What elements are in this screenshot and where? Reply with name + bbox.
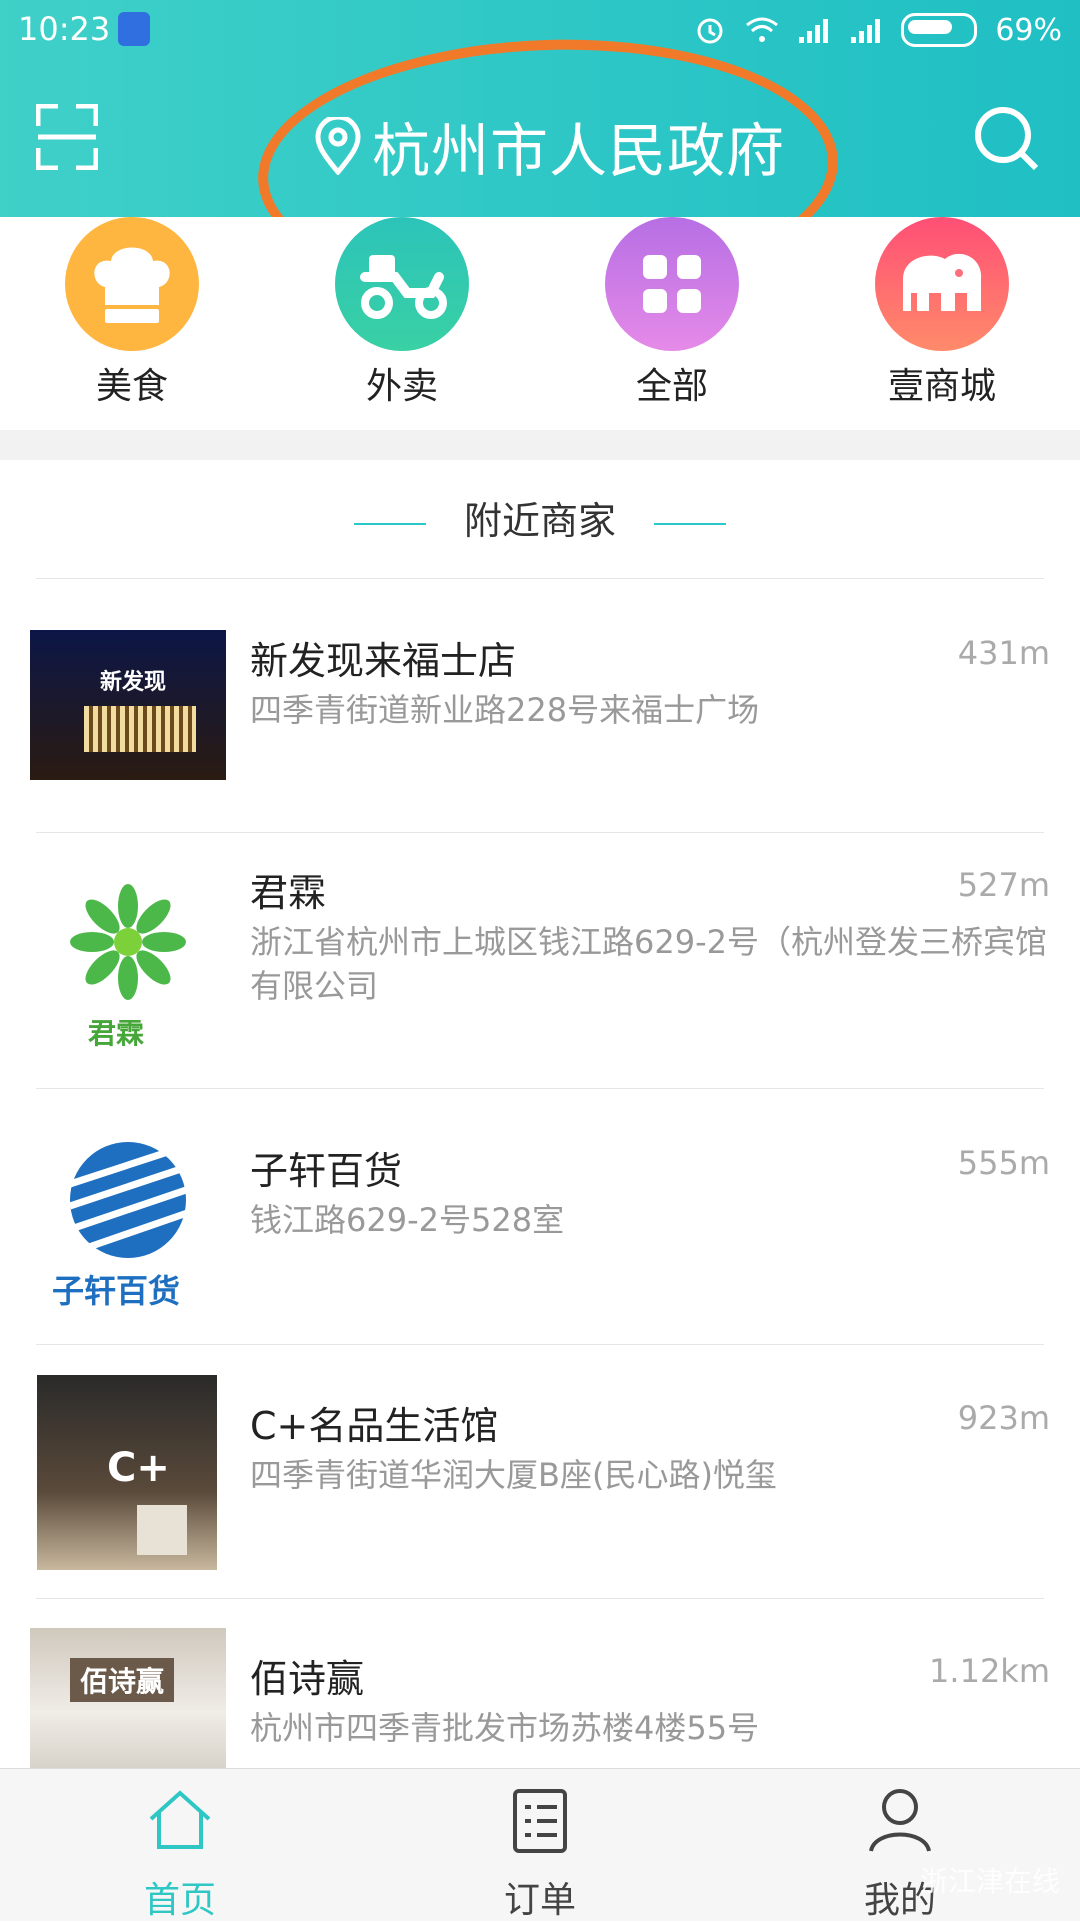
thumb-text: 君霖	[88, 1017, 145, 1050]
thumb-text: C+	[107, 1445, 170, 1491]
store-thumbnail: C+	[37, 1375, 217, 1570]
scan-icon[interactable]	[36, 104, 98, 170]
thumb-text: 新发现	[100, 670, 167, 695]
divider-line	[654, 522, 727, 525]
user-icon	[869, 1789, 931, 1852]
search-icon[interactable]	[972, 104, 1042, 174]
wifi-icon	[746, 17, 779, 42]
divider	[36, 832, 1044, 833]
watermark: 浙江津在线	[919, 1865, 1060, 1898]
alarm-icon	[697, 18, 723, 44]
battery-level: 69%	[995, 12, 1062, 48]
divider	[36, 1344, 1044, 1345]
battery-icon	[901, 13, 978, 47]
category-row: 美食 外卖 全部 壹商城	[0, 217, 1080, 430]
divider	[36, 578, 1044, 579]
status-indicators: 69%	[693, 10, 1062, 50]
category-label: 外卖	[365, 366, 438, 407]
category-label: 美食	[95, 366, 168, 407]
divider	[36, 1598, 1044, 1599]
store-name: 子轩百货	[250, 1149, 403, 1193]
status-time: 10:23	[18, 10, 111, 48]
shield-icon	[118, 12, 150, 46]
signal-icon-2	[851, 19, 881, 43]
category-label: 壹商城	[887, 366, 996, 407]
store-name: 佰诗赢	[250, 1657, 365, 1701]
grid-icon	[605, 217, 739, 351]
category-mall[interactable]: 壹商城	[842, 217, 1042, 409]
category-food[interactable]: 美食	[32, 217, 232, 409]
list-item[interactable]: 子轩百货 子轩百货 钱江路629-2号528室 555m	[0, 1140, 1080, 1340]
delivery-scooter-icon	[335, 217, 469, 351]
store-address: 钱江路629-2号528室	[250, 1201, 565, 1239]
store-thumbnail: 佰诗赢	[30, 1628, 226, 1768]
store-distance: 431m	[957, 634, 1050, 672]
section-gap	[0, 430, 1080, 460]
store-distance: 923m	[957, 1399, 1050, 1437]
list-item[interactable]: 新发现 新发现来福士店 四季青街道新业路228号来福士广场 431m	[0, 630, 1080, 830]
list-icon	[513, 1789, 567, 1853]
store-name: 君霖	[250, 871, 327, 915]
tab-orders[interactable]: 订单	[460, 1785, 620, 1923]
section-title: 附近商家	[463, 499, 616, 543]
tab-profile[interactable]: 我的	[820, 1785, 980, 1923]
home-icon	[149, 1790, 211, 1849]
store-address: 杭州市四季青批发市场苏楼4楼55号	[250, 1709, 760, 1747]
list-item[interactable]: 君霖 君霖 浙江省杭州市上城区钱江路629-2号（杭州登发三桥宾馆有限公司 52…	[0, 862, 1080, 1082]
store-address: 四季青街道华润大厦B座(民心路)悦玺	[250, 1456, 777, 1494]
signal-icon	[799, 19, 829, 43]
store-distance: 555m	[957, 1144, 1050, 1182]
store-thumbnail: 子轩百货	[30, 1140, 226, 1310]
store-name: 新发现来福士店	[250, 639, 517, 683]
tab-home[interactable]: 首页	[100, 1785, 260, 1923]
section-header: 附近商家	[0, 490, 1080, 545]
store-distance: 1.12km	[929, 1652, 1050, 1690]
category-all[interactable]: 全部	[572, 217, 772, 409]
tab-label: 订单	[503, 1880, 576, 1921]
divider	[36, 1088, 1044, 1089]
store-distance: 527m	[957, 866, 1050, 904]
thumb-text: 佰诗赢	[70, 1658, 175, 1702]
category-delivery[interactable]: 外卖	[302, 217, 502, 409]
category-label: 全部	[635, 366, 708, 407]
store-address: 四季青街道新业路228号来福士广场	[250, 691, 760, 729]
store-thumbnail: 君霖	[30, 872, 226, 1052]
divider-line	[353, 522, 426, 525]
bottom-tab-bar: 首页 订单 我的	[0, 1768, 1080, 1921]
thumb-text: 子轩百货	[52, 1272, 181, 1310]
elephant-icon	[875, 217, 1009, 351]
tab-label: 首页	[143, 1880, 216, 1921]
store-thumbnail: 新发现	[30, 630, 226, 780]
store-address: 浙江省杭州市上城区钱江路629-2号（杭州登发三桥宾馆有限公司	[250, 923, 1047, 1005]
chef-hat-icon	[65, 217, 199, 351]
store-name: C+名品生活馆	[250, 1404, 499, 1448]
list-item[interactable]: 佰诗赢 佰诗赢 杭州市四季青批发市场苏楼4楼55号 1.12km	[0, 1628, 1080, 1768]
list-item[interactable]: C+ C+名品生活馆 四季青街道华润大厦B座(民心路)悦玺 923m	[0, 1375, 1080, 1575]
